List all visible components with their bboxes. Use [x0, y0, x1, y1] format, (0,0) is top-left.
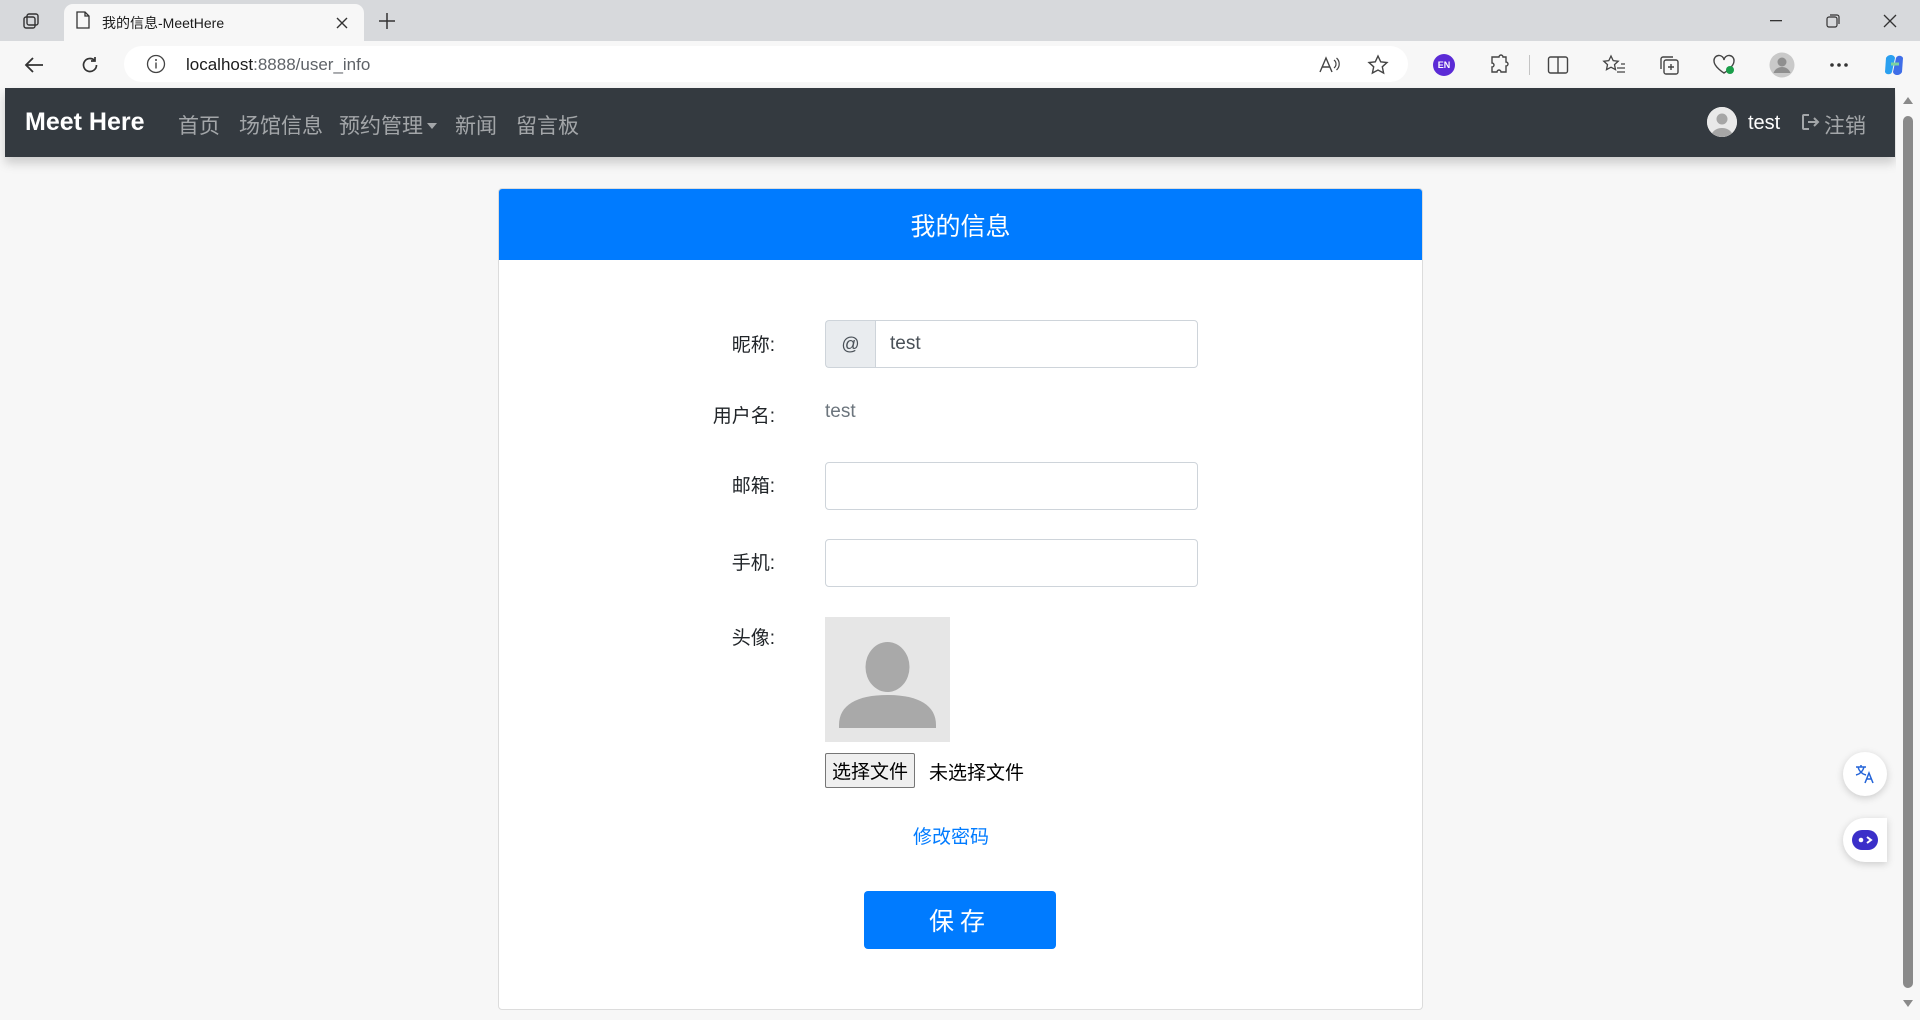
logout-icon: [1801, 113, 1824, 137]
nav-item-news[interactable]: 新闻: [455, 110, 497, 140]
favorite-star-icon[interactable]: [1365, 52, 1391, 78]
username-value: test: [825, 401, 856, 422]
extension-badge: EN: [1433, 54, 1455, 76]
browser-essentials-icon[interactable]: [1708, 49, 1740, 81]
username-label: 用户名:: [712, 406, 775, 427]
scrollbar-thumb[interactable]: [1903, 116, 1913, 988]
logout-link[interactable]: 注销: [1801, 110, 1866, 140]
phone-label: 手机:: [731, 553, 775, 574]
refresh-icon[interactable]: [74, 49, 106, 81]
app-navbar: Meet Here 首页 场馆信息 预约管理 新闻 留言板 test 注销: [5, 88, 1895, 157]
more-icon[interactable]: [1823, 49, 1855, 81]
extensions-icon[interactable]: [1483, 49, 1515, 81]
read-aloud-icon[interactable]: [1316, 52, 1342, 78]
at-prefix: @: [825, 320, 875, 368]
url-text: localhost:8888/user_info: [186, 55, 370, 75]
browser-toolbar: localhost:8888/user_info EN: [0, 41, 1920, 87]
page-scrollbar[interactable]: [1896, 88, 1920, 1020]
page-icon: [76, 11, 90, 34]
url-host: localhost: [186, 55, 254, 74]
new-tab-icon[interactable]: [374, 8, 400, 34]
extension-en-icon[interactable]: EN: [1428, 49, 1460, 81]
brand-logo[interactable]: Meet Here: [25, 108, 145, 137]
nav-item-reservations-label: 预约管理: [339, 115, 423, 138]
change-password-link[interactable]: 修改密码: [913, 822, 989, 849]
choose-file-button[interactable]: 选择文件: [825, 753, 916, 788]
logout-label: 注销: [1824, 115, 1866, 138]
avatar-placeholder-image: [825, 617, 950, 742]
back-icon[interactable]: [18, 49, 50, 81]
tab-title: 我的信息-MeetHere: [102, 14, 225, 31]
nickname-input-group: @ test: [825, 320, 1198, 368]
address-bar[interactable]: localhost:8888/user_info: [124, 46, 1408, 82]
close-icon[interactable]: [332, 13, 352, 33]
nav-username[interactable]: test: [1748, 112, 1780, 135]
browser-tab-bar: 我的信息-MeetHere: [0, 0, 1920, 41]
nav-item-message-board[interactable]: 留言板: [516, 110, 579, 140]
nav-item-venues[interactable]: 场馆信息: [239, 110, 323, 140]
copilot-icon[interactable]: [1878, 49, 1910, 81]
url-path: :8888/user_info: [253, 55, 371, 74]
card-header: 我的信息: [499, 189, 1422, 260]
nickname-label: 昵称:: [731, 335, 775, 356]
nickname-input[interactable]: test: [875, 320, 1198, 368]
save-button[interactable]: 保存: [864, 891, 1056, 949]
email-input[interactable]: [825, 462, 1198, 510]
minimize-icon[interactable]: [1748, 0, 1804, 41]
nav-item-home[interactable]: 首页: [178, 110, 220, 140]
favorites-icon[interactable]: [1598, 49, 1630, 81]
toolbar-divider: [1529, 55, 1530, 75]
dropdown-caret-icon: [427, 122, 437, 129]
workspaces-icon[interactable]: [18, 8, 44, 34]
page-title: 我的信息: [910, 212, 1011, 241]
info-icon[interactable]: [146, 54, 166, 79]
restore-icon[interactable]: [1805, 0, 1861, 41]
scroll-down-icon[interactable]: [1903, 1000, 1913, 1007]
avatar-label: 头像:: [731, 628, 775, 649]
phone-input[interactable]: [825, 539, 1198, 587]
nav-item-reservations[interactable]: 预约管理: [339, 110, 437, 140]
translate-icon[interactable]: [1843, 752, 1887, 796]
window-close-icon[interactable]: [1862, 0, 1918, 41]
scroll-up-icon[interactable]: [1903, 97, 1913, 104]
profile-icon[interactable]: [1766, 49, 1798, 81]
collections-icon[interactable]: [1653, 49, 1685, 81]
assistant-bot-icon[interactable]: [1843, 818, 1887, 862]
file-status-text: 未选择文件: [929, 763, 1025, 784]
browser-tab[interactable]: 我的信息-MeetHere: [64, 4, 364, 41]
user-info-card: 我的信息 昵称: @ test 用户名: test 邮箱: 手机: 头像: 选择…: [498, 188, 1423, 1010]
split-screen-icon[interactable]: [1542, 49, 1574, 81]
user-avatar-icon[interactable]: [1707, 107, 1737, 137]
email-label: 邮箱:: [731, 476, 775, 497]
